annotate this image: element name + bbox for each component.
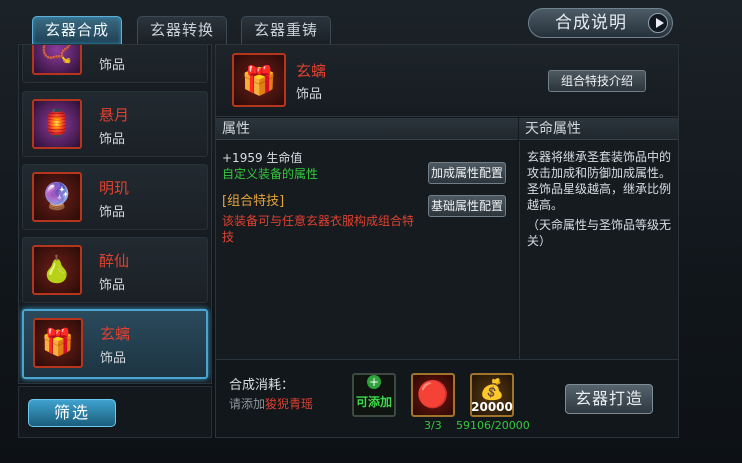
tab-xuanqi-recast[interactable]: 玄器重铸 [241,16,331,44]
synthesis-help-button[interactable]: 合成说明 [528,8,673,38]
tianming-header: 天命属性 [519,118,678,140]
tab-xuanqi-convert[interactable]: 玄器转换 [137,16,227,44]
help-button-label: 合成说明 [555,13,627,33]
arrow-right-icon [648,13,668,33]
material-count: 3/3 [424,419,442,432]
detail-item-name: 玄螭 [296,62,327,80]
treasure-chest-icon: 🎁 [33,318,83,368]
forge-button[interactable]: 玄器打造 [565,384,653,414]
item-type: 饰品 [99,58,126,73]
add-material-slot[interactable]: + 可添加 [352,373,396,417]
gold-slot[interactable]: 💰 20000 [470,373,514,417]
cost-hint-item: 狻猊青瑶 [265,397,314,411]
list-item[interactable]: 🔮 明玑 饰品 [22,164,208,230]
red-orb-icon: 🔴 [416,380,450,410]
gold-value: 20000 [471,400,513,414]
cost-hint: 请添加狻猊青瑶 [229,396,313,412]
combo-skill-desc: 该装备可与任意玄器衣服构成组合特技 [222,214,415,244]
item-name: 玄螭 [100,325,131,343]
item-type: 饰品 [100,351,127,366]
equipment-list[interactable]: 📿 饰品 🏮 悬月 饰品 🔮 明玑 饰品 🍐 醉仙 饰品 🎁 玄螭 饰品 [18,44,212,384]
tianming-description: 玄器将继承圣套装饰品中的攻击加成和防御加成属性。圣饰品星级越高，继承比例越高。 [527,150,672,212]
tianming-note: （天命属性与圣饰品等级无关） [527,218,672,248]
lantern-icon: 🏮 [32,99,82,149]
ornament-pendant-icon: 📿 [32,45,82,75]
item-type: 饰品 [99,278,126,293]
treasure-chest-icon: 🎁 [232,53,286,107]
cost-hint-prefix: 请添加 [229,397,266,411]
item-name: 悬月 [99,106,130,124]
gold-count: 59106/20000 [456,419,530,432]
combo-skill-intro-button[interactable]: 组合特技介绍 [548,70,646,92]
add-slot-inner: + 可添加 [354,375,394,415]
cost-label: 合成消耗： [229,378,295,393]
item-type: 饰品 [99,132,126,147]
add-slot-label: 可添加 [356,395,393,409]
item-type: 饰品 [99,205,126,220]
bonus-attr-config-button[interactable]: 加成属性配置 [428,162,506,184]
custom-attr-text: 自定义装备的属性 [222,167,319,181]
combo-skill-title: [组合特技] [222,194,285,209]
list-item-selected[interactable]: 🎁 玄螭 饰品 [22,309,208,379]
item-name: 醉仙 [99,252,130,270]
tab-xuanqi-synthesis[interactable]: 玄器合成 [32,16,122,44]
material-slot[interactable]: 🔴 [411,373,455,417]
plus-icon: + [367,375,381,389]
base-attr-config-button[interactable]: 基础属性配置 [428,195,506,217]
item-name: 明玑 [99,179,130,197]
filter-button[interactable]: 筛选 [28,399,116,427]
gold-chest-icon: 💰 [479,377,505,401]
gourd-icon: 🍐 [32,245,82,295]
detail-item-type: 饰品 [296,87,323,102]
list-item[interactable]: 📿 饰品 [22,45,208,83]
attr-header: 属性 [216,118,518,140]
list-item[interactable]: 🍐 醉仙 饰品 [22,237,208,303]
jade-icon: 🔮 [32,172,82,222]
hp-stat: +1959 生命值 [222,151,303,165]
list-item[interactable]: 🏮 悬月 饰品 [22,91,208,157]
